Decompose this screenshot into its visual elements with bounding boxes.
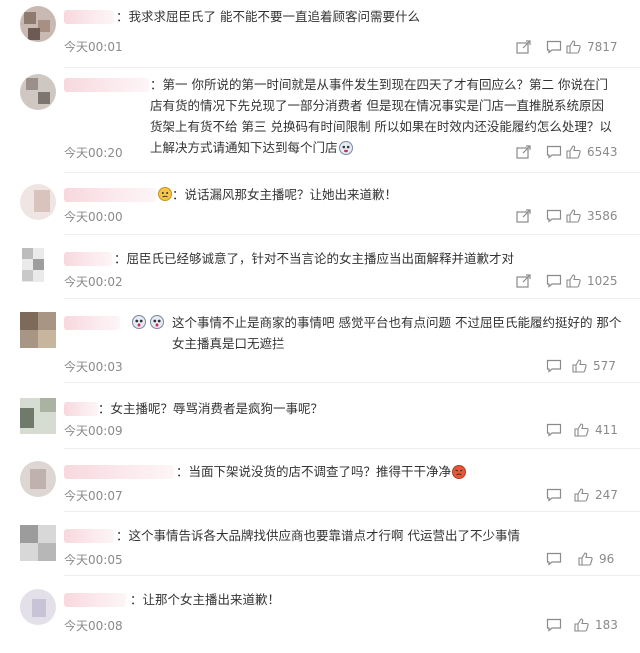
like-button[interactable]: 577 xyxy=(572,358,616,374)
thumbs-up-icon xyxy=(566,274,581,288)
comment-text: ：屈臣氏已经够诚意了，针对不当言论的女主播应当出面解释并道歉才对 xyxy=(114,251,515,266)
comment-icon[interactable] xyxy=(546,145,562,159)
like-button[interactable]: 1025 xyxy=(566,273,618,289)
blushing-emoji-icon xyxy=(338,141,353,155)
like-count: 3586 xyxy=(587,209,618,223)
divider xyxy=(64,298,640,299)
shocked-emoji-icon xyxy=(150,315,164,329)
like-button[interactable]: 7817 xyxy=(566,39,618,55)
comment-text: ：我求求屈臣氏了 能不能不要一直追着顾客问需要什么 xyxy=(116,9,420,24)
thumbs-up-icon xyxy=(566,209,581,223)
divider xyxy=(64,448,640,449)
username-blurred[interactable] xyxy=(64,529,114,543)
like-button[interactable]: 3586 xyxy=(566,208,618,224)
avatar[interactable] xyxy=(20,184,56,220)
username-blurred[interactable] xyxy=(64,252,112,266)
like-count: 6543 xyxy=(587,145,618,159)
divider xyxy=(64,172,640,173)
username-blurred[interactable] xyxy=(64,78,149,92)
like-count: 411 xyxy=(595,423,618,437)
comment-icon[interactable] xyxy=(546,209,562,223)
comment-item: ：当面下架说没货的店不调查了吗？推得干干净净 今天00:07 247 xyxy=(0,461,640,512)
username-blurred[interactable] xyxy=(64,316,120,330)
share-icon[interactable] xyxy=(516,40,532,54)
avatar[interactable] xyxy=(20,589,56,625)
comment-icon[interactable] xyxy=(546,359,562,373)
thumbs-up-icon xyxy=(578,552,593,566)
divider xyxy=(64,382,640,383)
comment-text: ：当面下架说没货的店不调查了吗？推得干干净净 xyxy=(176,461,616,482)
comment-item: ：女主播呢？辱骂消费者是疯狗一事呢？ 今天00:09 411 xyxy=(0,398,640,449)
avatar[interactable] xyxy=(20,6,56,42)
divider xyxy=(64,234,640,235)
thumbs-up-icon xyxy=(574,618,589,632)
comment-item: ：让那个女主播出来道歉！ 今天00:08 183 xyxy=(0,589,640,639)
thumbs-up-icon xyxy=(566,145,581,159)
thumbs-up-icon xyxy=(574,488,589,502)
comment-icon[interactable] xyxy=(546,423,562,437)
comment-time: 今天00:05 xyxy=(64,553,123,567)
divider xyxy=(64,67,640,68)
thumbs-up-icon xyxy=(574,423,589,437)
avatar[interactable] xyxy=(20,312,56,348)
username-blurred[interactable] xyxy=(64,402,98,416)
like-count: 577 xyxy=(593,359,616,373)
divider xyxy=(64,511,640,512)
thumbs-up-icon xyxy=(572,359,587,373)
like-button[interactable]: 6543 xyxy=(566,144,618,160)
comment-item: ：说话漏风那女主播呢？让她出来道歉！ 今天00:00 3586 xyxy=(0,184,640,235)
share-icon[interactable] xyxy=(516,145,532,159)
thumbs-up-icon xyxy=(566,40,581,54)
like-count: 96 xyxy=(599,552,615,566)
share-icon[interactable] xyxy=(516,274,532,288)
username-blurred[interactable] xyxy=(64,188,156,202)
like-button[interactable]: 96 xyxy=(578,551,614,567)
share-icon[interactable] xyxy=(516,209,532,223)
username-blurred[interactable] xyxy=(64,593,126,607)
angry-emoji-icon xyxy=(158,187,172,201)
comment-icon[interactable] xyxy=(546,618,562,632)
username-blurred[interactable] xyxy=(64,465,174,479)
avatar[interactable] xyxy=(20,398,56,434)
comment-text: ：说话漏风那女主播呢？让她出来道歉！ xyxy=(172,187,398,202)
comment-time: 今天00:01 xyxy=(64,40,123,54)
comment-icon[interactable] xyxy=(546,40,562,54)
comment-item: ：我求求屈臣氏了 能不能不要一直追着顾客问需要什么 今天00:01 7817 xyxy=(0,6,640,68)
comment-time: 今天00:00 xyxy=(64,210,123,224)
comment-icon[interactable] xyxy=(546,488,562,502)
avatar[interactable] xyxy=(22,248,44,282)
like-button[interactable]: 247 xyxy=(574,487,618,503)
angry-face-emoji-icon xyxy=(452,465,467,479)
comment-icon[interactable] xyxy=(546,552,562,566)
comment-time: 今天00:09 xyxy=(64,424,123,438)
comment-text: ：女主播呢？辱骂消费者是疯狗一事呢？ xyxy=(98,401,324,416)
comment-text: ：让那个女主播出来道歉！ xyxy=(130,592,281,607)
comment-item: ：第一 你所说的第一时间就是从事件发生到现在四天了才有回应么？第二 你说在门店有… xyxy=(0,74,640,173)
like-button[interactable]: 411 xyxy=(574,422,618,438)
comment-item: ：这个事情告诉各大品牌找供应商也要靠谱点才行啊 代运营出了不少事情 今天00:0… xyxy=(0,525,640,576)
comment-time: 今天00:07 xyxy=(64,489,123,503)
username-blurred[interactable] xyxy=(64,10,114,24)
shocked-emoji-icon xyxy=(132,315,146,329)
like-count: 247 xyxy=(595,488,618,502)
comment-time: 今天00:03 xyxy=(64,360,123,374)
comment-time: 今天00:08 xyxy=(64,619,123,633)
like-button[interactable]: 183 xyxy=(574,617,618,633)
comment-item: 这个事情不止是商家的事情吧 感觉平台也有点问题 不过屈臣氏能履约挺好的 那个女主… xyxy=(0,312,640,383)
comment-text: 这个事情不止是商家的事情吧 感觉平台也有点问题 不过屈臣氏能履约挺好的 那个女主… xyxy=(172,315,622,351)
avatar[interactable] xyxy=(20,461,56,497)
divider xyxy=(64,575,640,576)
comment-time: 今天00:02 xyxy=(64,275,123,289)
avatar[interactable] xyxy=(20,74,56,110)
like-count: 7817 xyxy=(587,40,618,54)
like-count: 1025 xyxy=(587,274,618,288)
like-count: 183 xyxy=(595,618,618,632)
comment-icon[interactable] xyxy=(546,274,562,288)
comment-time: 今天00:20 xyxy=(64,146,123,160)
comment-text: ：这个事情告诉各大品牌找供应商也要靠谱点才行啊 代运营出了不少事情 xyxy=(116,528,520,543)
comment-item: ：屈臣氏已经够诚意了，针对不当言论的女主播应当出面解释并道歉才对 今天00:02… xyxy=(0,248,640,299)
avatar[interactable] xyxy=(20,525,56,561)
